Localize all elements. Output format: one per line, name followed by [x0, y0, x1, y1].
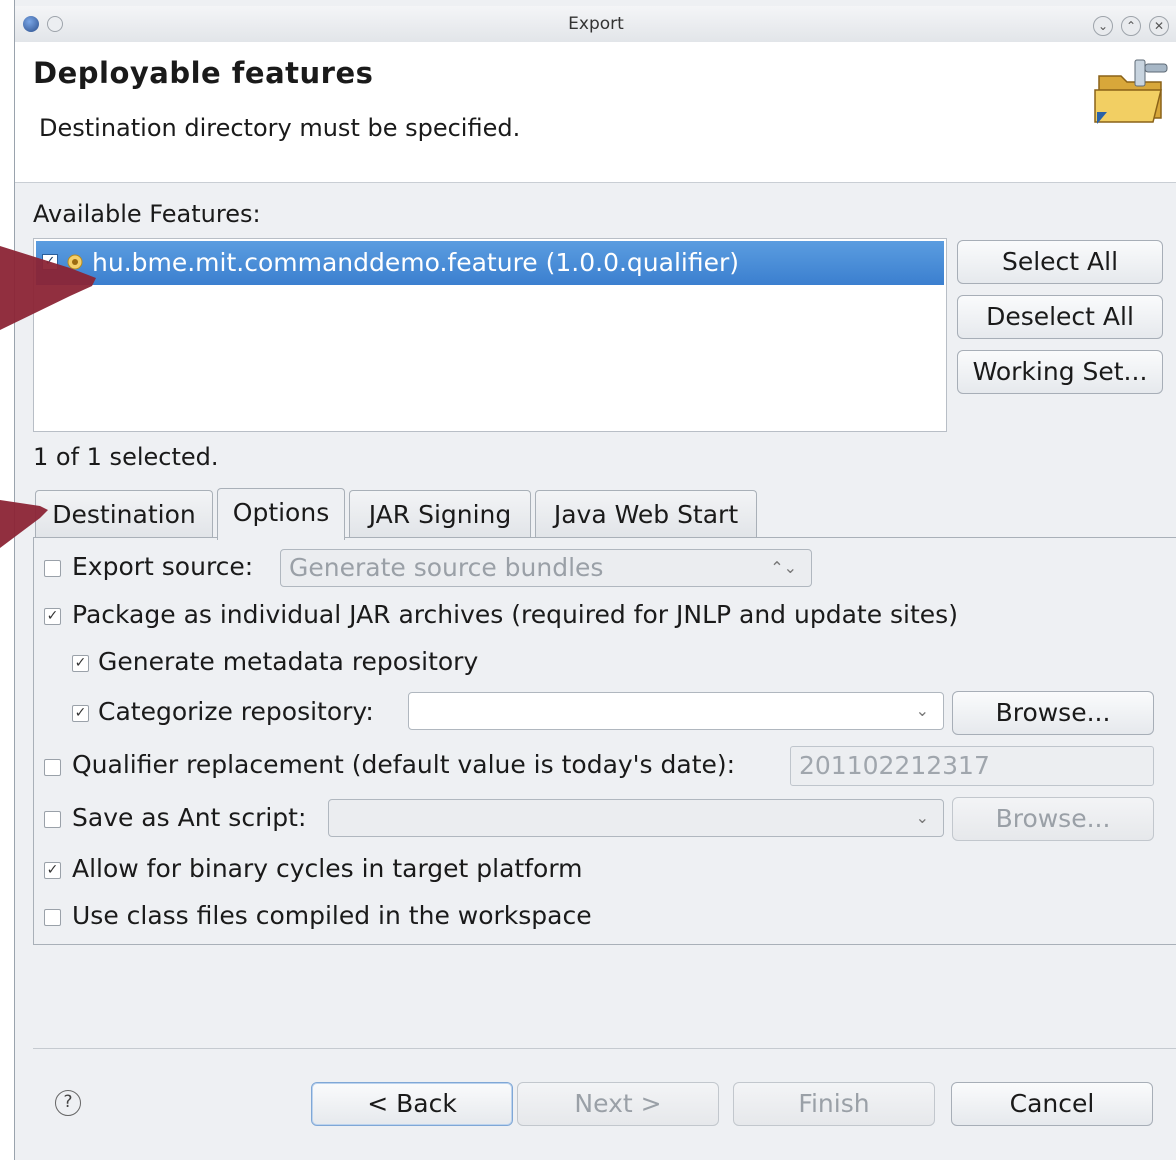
deselect-all-button[interactable]: Deselect All [957, 295, 1163, 339]
ant-script-combo: ⌄ [328, 799, 944, 837]
ant-script-browse-button: Browse... [952, 797, 1154, 841]
export-source-combo: Generate source bundles ⌃⌄ [280, 549, 812, 587]
feature-label: hu.bme.mit.commanddemo.feature (1.0.0.qu… [92, 248, 740, 277]
ant-script-label: Save as Ant script: [72, 803, 307, 832]
export-folder-icon [1094, 59, 1168, 124]
feature-icon [67, 254, 83, 270]
package-jar-checkbox[interactable]: ✓ [44, 608, 61, 625]
select-all-button[interactable]: Select All [957, 240, 1163, 284]
window-title: Export [568, 14, 624, 34]
close-icon[interactable]: ✕ [1149, 16, 1169, 36]
tab-java-web-start[interactable]: Java Web Start [535, 490, 757, 538]
class-files-checkbox[interactable] [44, 909, 61, 926]
tab-destination[interactable]: Destination [35, 490, 213, 538]
finish-button: Finish [733, 1082, 935, 1126]
categorize-browse-button[interactable]: Browse... [952, 691, 1154, 735]
class-files-label: Use class files compiled in the workspac… [72, 901, 592, 930]
title-bar: Export ⌄ ⌃ ✕ [15, 6, 1176, 43]
export-source-label: Export source: [72, 552, 254, 581]
footer-separator [33, 1048, 1176, 1049]
back-button[interactable]: < Back [311, 1082, 513, 1126]
chevron-down-icon: ⌄ [915, 808, 929, 827]
categorize-checkbox[interactable]: ✓ [72, 705, 89, 722]
qualifier-label: Qualifier replacement (default value is … [72, 750, 736, 779]
package-jar-label: Package as individual JAR archives (requ… [72, 600, 958, 629]
page-title: Deployable features [33, 56, 374, 90]
title-bar-controls: ⌄ ⌃ ✕ [1093, 16, 1169, 36]
generate-metadata-checkbox[interactable]: ✓ [72, 655, 89, 672]
export-source-value: Generate source bundles [289, 553, 604, 582]
qualifier-field: 201102212317 [790, 746, 1154, 786]
working-set-button[interactable]: Working Set... [957, 350, 1163, 394]
export-source-checkbox[interactable] [44, 560, 61, 577]
categorize-combo[interactable]: ⌄ [408, 692, 944, 730]
cancel-button[interactable]: Cancel [951, 1082, 1153, 1126]
list-item[interactable]: ✓ hu.bme.mit.commanddemo.feature (1.0.0.… [36, 241, 944, 285]
export-dialog: Export ⌄ ⌃ ✕ Deployable features Destina… [14, 0, 1176, 1160]
ant-script-checkbox[interactable] [44, 811, 61, 828]
binary-cycles-label: Allow for binary cycles in target platfo… [72, 854, 583, 883]
up-down-arrow-icon: ⌃⌄ [770, 558, 797, 577]
chevron-down-icon: ⌄ [915, 701, 929, 720]
wizard-header: Deployable features Destination director… [15, 42, 1176, 183]
options-panel: Export source: Generate source bundles ⌃… [33, 537, 1176, 945]
generate-metadata-label: Generate metadata repository [98, 647, 479, 676]
next-button: Next > [517, 1082, 719, 1126]
tab-options[interactable]: Options [217, 488, 345, 540]
feature-checkbox[interactable]: ✓ [42, 254, 58, 270]
help-icon[interactable]: ? [55, 1090, 81, 1116]
error-message: Destination directory must be specified. [39, 114, 521, 142]
features-list[interactable]: ✓ hu.bme.mit.commanddemo.feature (1.0.0.… [33, 238, 947, 432]
selection-status: 1 of 1 selected. [33, 443, 219, 471]
binary-cycles-checkbox[interactable]: ✓ [44, 862, 61, 879]
categorize-label: Categorize repository: [98, 697, 374, 726]
tab-jar-signing[interactable]: JAR Signing [349, 490, 531, 538]
qualifier-checkbox[interactable] [44, 759, 61, 776]
minimize-icon[interactable]: ⌄ [1093, 16, 1113, 36]
maximize-icon[interactable]: ⌃ [1121, 16, 1141, 36]
available-features-label: Available Features: [33, 200, 261, 228]
